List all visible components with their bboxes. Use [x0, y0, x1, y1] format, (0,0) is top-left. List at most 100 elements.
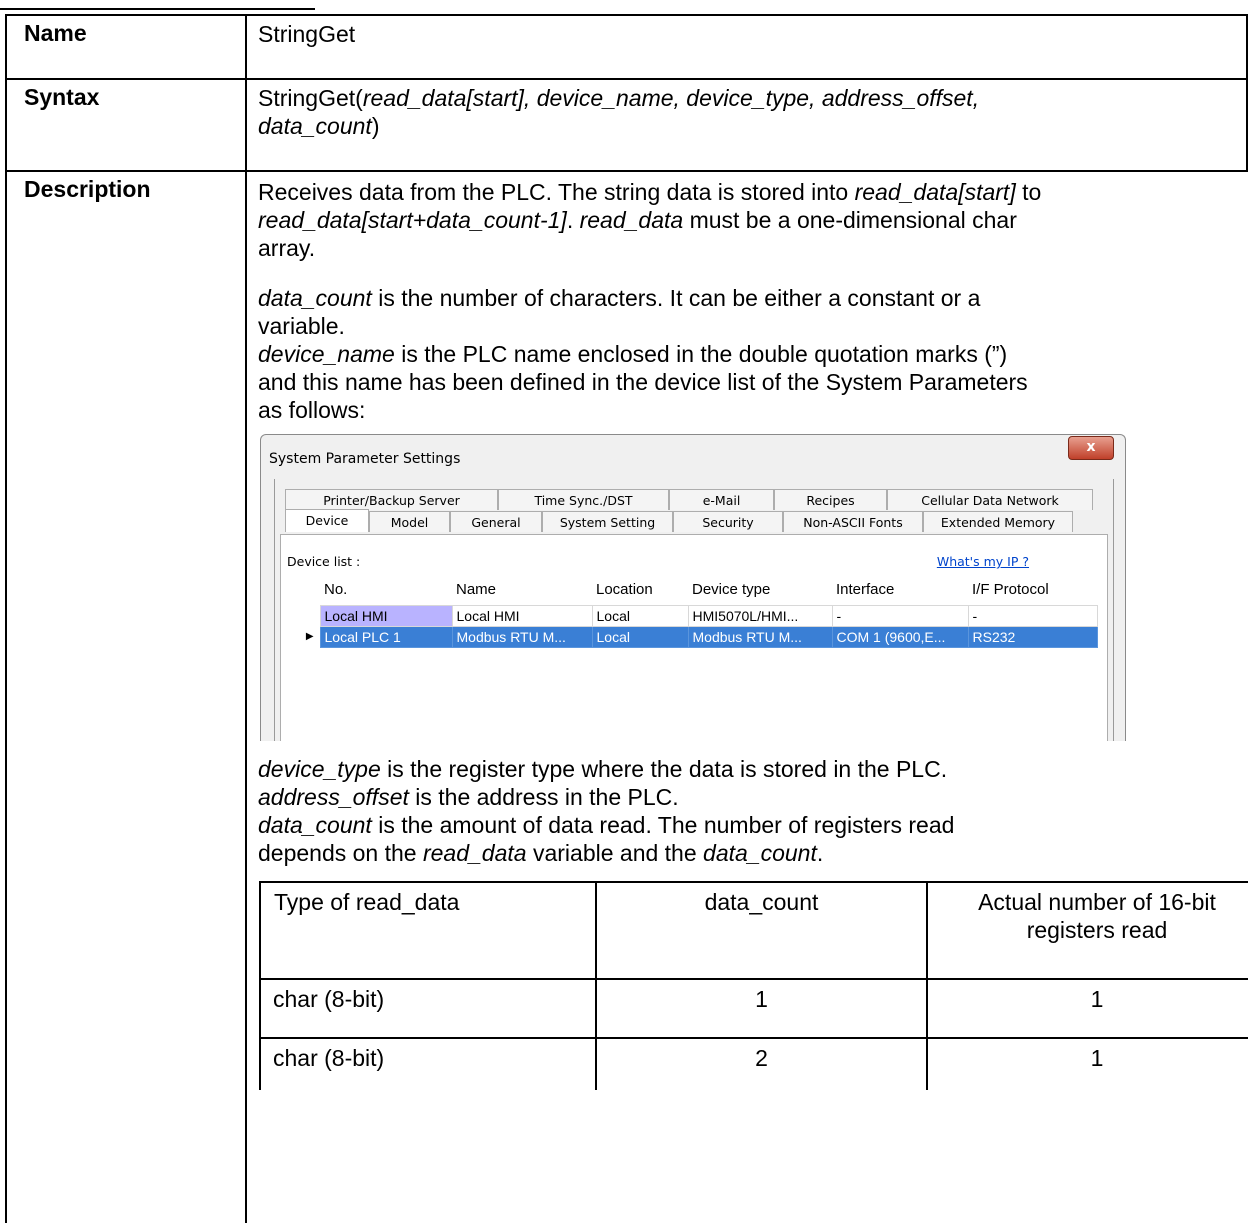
device-type: HMI5070L/HMI...	[687, 605, 833, 627]
column-header-if-protocol[interactable]: I/F Protocol	[968, 575, 1097, 606]
text: as follows:	[258, 397, 366, 423]
cell-data-count: 2	[595, 1037, 928, 1090]
description-row: Description Receives data from the PLC. …	[5, 170, 1248, 1223]
grid-indicator-header	[300, 575, 320, 606]
syntax-row: Syntax StringGet(read_data[start], devic…	[5, 78, 1248, 172]
device-name: Local HMI	[451, 605, 593, 627]
function-reference-table: Name StringGet Syntax StringGet(read_dat…	[5, 14, 1248, 1223]
device-location: Local	[591, 626, 689, 648]
header-line-1: Actual number of 16-bit	[978, 889, 1216, 915]
param-ref: device_type	[258, 756, 381, 782]
header-data-count: data_count	[595, 881, 928, 980]
syntax-close: )	[371, 113, 380, 139]
header-actual-registers: Actual number of 16-bit registers read	[926, 881, 1248, 980]
top-rule	[0, 8, 315, 10]
tab-security[interactable]: Security	[673, 511, 783, 532]
tab-printer-backup-server[interactable]: Printer/Backup Server	[285, 489, 498, 510]
column-header-interface[interactable]: Interface	[832, 575, 968, 606]
syntax-args-cont: data_count	[258, 113, 372, 139]
text: variable and the	[526, 840, 704, 866]
column-header-name[interactable]: Name	[452, 575, 592, 606]
row-selected-arrow-icon: ▶	[305, 630, 314, 642]
device-row[interactable]: Local HMI Local HMI Local HMI5070L/HMI..…	[300, 605, 1098, 627]
param-ref: read_data	[422, 840, 527, 866]
param-ref: address_offset	[258, 784, 409, 810]
tab-system-setting[interactable]: System Setting	[542, 511, 673, 532]
close-icon[interactable]: x	[1068, 436, 1114, 460]
tab-cellular-data-network[interactable]: Cellular Data Network	[887, 489, 1093, 510]
tab-row-upper: Printer/Backup Server Time Sync./DST e-M…	[285, 489, 1093, 511]
device-location: Local	[591, 605, 689, 627]
tab-recipes[interactable]: Recipes	[774, 489, 887, 510]
text: .	[816, 840, 824, 866]
row-indicator	[300, 606, 320, 627]
param-ref: data_count	[703, 840, 817, 866]
system-parameter-settings-screenshot: System Parameter Settings x Printer/Back…	[260, 434, 1126, 741]
cell-registers: 1	[926, 1037, 1248, 1090]
text: is the amount of data read. The number o…	[371, 812, 955, 838]
cell-type: char (8-bit)	[259, 978, 597, 1039]
text: to	[1015, 179, 1042, 205]
registers-read-table: Type of read_data data_count Actual numb…	[259, 881, 1248, 1090]
device-if-protocol: -	[967, 605, 1098, 627]
description-paragraph-2: data_count is the number of characters. …	[258, 284, 1247, 424]
tab-general[interactable]: General	[450, 511, 542, 532]
device-row-selected[interactable]: ▶ Local PLC 1 Modbus RTU M... Local Modb…	[300, 626, 1098, 648]
device-if-protocol: RS232	[967, 626, 1098, 648]
text: must be a one-dimensional char	[683, 207, 1017, 233]
grid-header: No. Name Location Device type Interface …	[300, 575, 1097, 606]
tab-device[interactable]: Device	[285, 509, 369, 532]
cell-data-count: 1	[595, 978, 928, 1039]
device-name: Modbus RTU M...	[451, 626, 593, 648]
syntax-args: read_data[start], device_name, device_ty…	[362, 85, 980, 111]
param-ref: data_count	[258, 285, 372, 311]
tab-non-ascii-fonts[interactable]: Non-ASCII Fonts	[783, 511, 923, 532]
description-paragraph-1: Receives data from the PLC. The string d…	[258, 178, 1247, 262]
device-list-grid: No. Name Location Device type Interface …	[300, 575, 1098, 648]
column-header-no[interactable]: No.	[320, 575, 452, 606]
name-value: StringGet	[245, 14, 1248, 80]
text: is the address in the PLC.	[408, 784, 679, 810]
device-interface: COM 1 (9600,E...	[831, 626, 969, 648]
table-header-row: Type of read_data data_count Actual numb…	[259, 881, 1248, 980]
dialog-body: Printer/Backup Server Time Sync./DST e-M…	[274, 479, 1114, 741]
name-label: Name	[5, 14, 247, 80]
text: and this name has been defined in the de…	[258, 369, 1028, 395]
dialog-title: System Parameter Settings	[269, 451, 461, 467]
name-row: Name StringGet	[5, 14, 1248, 80]
text: array.	[258, 235, 316, 261]
header-type-of-read-data: Type of read_data	[259, 881, 597, 980]
param-ref: read_data[start+data_count-1]	[258, 207, 567, 233]
tab-extended-memory[interactable]: Extended Memory	[923, 511, 1073, 532]
device-no: Local PLC 1	[319, 626, 453, 648]
description-value: Receives data from the PLC. The string d…	[245, 170, 1248, 1223]
param-ref: data_count	[258, 812, 372, 838]
text: is the number of characters. It can be e…	[371, 285, 981, 311]
table-row: char (8-bit) 1 1	[259, 978, 1248, 1039]
description-paragraph-3: device_type is the register type where t…	[258, 755, 1247, 867]
param-ref: read_data	[579, 207, 684, 233]
param-ref: read_data[start]	[854, 179, 1016, 205]
cell-registers: 1	[926, 978, 1248, 1039]
tab-model[interactable]: Model	[369, 511, 450, 532]
device-tab-panel: Device list : What's my IP ? No. Name Lo…	[280, 534, 1108, 741]
text: is the register type where the data is s…	[380, 756, 948, 782]
column-header-device-type[interactable]: Device type	[688, 575, 832, 606]
text: Receives data from the PLC. The string d…	[258, 179, 855, 205]
header-line-2: registers read	[1026, 917, 1168, 943]
text: variable.	[258, 313, 345, 339]
device-type: Modbus RTU M...	[687, 626, 833, 648]
param-ref: device_name	[258, 341, 395, 367]
syntax-label: Syntax	[5, 78, 247, 172]
device-interface: -	[831, 605, 969, 627]
column-header-location[interactable]: Location	[592, 575, 688, 606]
text: depends on the	[258, 840, 423, 866]
whats-my-ip-link[interactable]: What's my IP ?	[937, 548, 1029, 576]
description-label: Description	[5, 170, 247, 1223]
tab-email[interactable]: e-Mail	[669, 489, 774, 510]
text: .	[566, 207, 580, 233]
tab-time-sync-dst[interactable]: Time Sync./DST	[498, 489, 669, 510]
syntax-func: StringGet(	[258, 85, 363, 111]
tab-row-lower: Device Model General System Setting Secu…	[285, 509, 1073, 533]
device-no: Local HMI	[319, 605, 453, 627]
